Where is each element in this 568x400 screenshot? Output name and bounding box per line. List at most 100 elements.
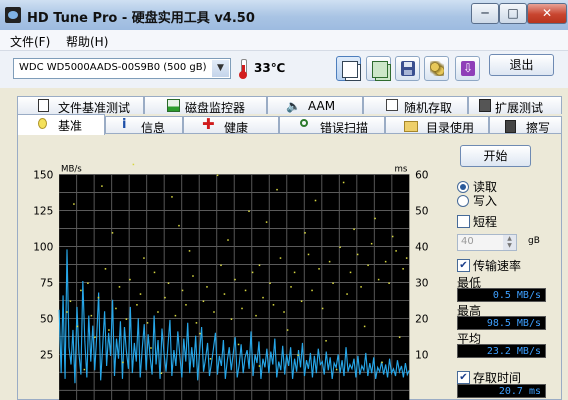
access-time-point: [104, 268, 107, 270]
access-time-point: [108, 329, 110, 331]
y-right-tick-label: 30: [415, 277, 429, 289]
read-radio[interactable]: [457, 181, 469, 193]
access-time-point: [377, 278, 380, 281]
y-right-tick-label: 10: [415, 349, 429, 361]
access-time-point: [307, 253, 310, 256]
access-time-point: [90, 314, 93, 317]
access-time-point: [150, 347, 152, 349]
access-time-point: [367, 264, 369, 267]
save-icon: [401, 61, 415, 76]
benchmark-controls: 开始 读取 写入 短程 40 ▲ ▼ gB ✔ 传输速率 最低 0.5 MB/s …: [457, 145, 557, 400]
tab-benchmark[interactable]: 基准: [17, 114, 105, 135]
tab-extra-tests[interactable]: 扩展测试: [468, 96, 562, 115]
access-time-point: [398, 336, 401, 339]
access-time-point: [244, 289, 247, 292]
y-left-axis-label: MB/s: [61, 165, 82, 175]
access-time-point: [321, 307, 324, 310]
magnifier-icon: [300, 119, 308, 127]
download-button[interactable]: ⇩: [455, 56, 480, 81]
access-time-point: [174, 314, 177, 317]
tab-row-top: 文件基准测试 磁盘监控器 🔈 AAM 随机存取 扩展测试: [17, 96, 562, 115]
y-left-tick-label: 125: [33, 205, 53, 217]
menu-help[interactable]: 帮助(H): [66, 33, 108, 50]
access-time-point: [381, 361, 383, 364]
access-time-point: [167, 282, 170, 284]
access-time-point: [115, 307, 117, 310]
access-time-checkbox[interactable]: ✔: [457, 371, 470, 384]
tab-disk-monitor[interactable]: 磁盘监控器: [144, 96, 267, 115]
access-time-point: [363, 325, 366, 328]
access-time-point: [216, 174, 219, 177]
copy-text-button[interactable]: [336, 56, 361, 81]
short-stroke-checkbox[interactable]: [457, 215, 470, 228]
disk-test-icon: [479, 99, 491, 112]
y-right-tick-label: 20: [415, 313, 429, 325]
close-button[interactable]: ✕: [527, 3, 567, 24]
tab-label: 随机存取: [404, 101, 453, 115]
tab-aam[interactable]: 🔈 AAM: [267, 96, 363, 114]
menu-file[interactable]: 文件(F): [10, 33, 50, 50]
access-time-point: [118, 286, 121, 288]
tab-label: 磁盘监控器: [185, 101, 246, 115]
access-time-point: [206, 286, 208, 288]
access-time-readout: 20.7 ms: [457, 384, 546, 398]
tab-info[interactable]: i 信息: [105, 116, 183, 135]
tab-health[interactable]: ✚ 健康: [183, 115, 279, 135]
maximize-button[interactable]: □: [499, 3, 527, 24]
start-button[interactable]: 开始: [460, 145, 531, 167]
save-button[interactable]: [395, 56, 420, 81]
short-stroke-spinner[interactable]: 40 ▲ ▼: [457, 234, 517, 251]
y-left-tick-label: 100: [33, 241, 53, 253]
copy-image-icon: [372, 61, 388, 78]
min-readout: 0.5 MB/s: [457, 288, 546, 302]
access-time-point: [80, 289, 82, 292]
access-time-point: [164, 296, 166, 299]
access-time-point: [209, 358, 212, 360]
chevron-down-icon[interactable]: ▼: [212, 60, 229, 77]
write-radio[interactable]: [457, 195, 469, 207]
access-time-point: [157, 311, 159, 313]
copy-image-button[interactable]: [366, 56, 391, 81]
access-time-point: [328, 260, 331, 263]
copy-icon: [342, 61, 358, 78]
access-time-point: [153, 271, 156, 274]
spinner-arrows-icon[interactable]: ▲ ▼: [503, 235, 516, 250]
transfer-rate-checkbox[interactable]: ✔: [457, 259, 470, 272]
tab-folder-usage[interactable]: 目录使用: [385, 116, 489, 135]
minimize-button[interactable]: ─: [471, 3, 499, 24]
access-time-point: [304, 232, 306, 234]
y-right-tick-label: 50: [415, 205, 429, 217]
toolbar: WDC WD5000AADS-00S9B0 (500 gB) ▼ 33℃ ⇩ 退…: [0, 51, 568, 88]
access-time-point: [73, 203, 75, 205]
tab-error-scan[interactable]: 错误扫描: [279, 116, 385, 135]
access-time-point: [384, 260, 387, 263]
access-time-point: [251, 271, 254, 274]
access-time-point: [311, 289, 313, 292]
exit-button[interactable]: 退出: [489, 54, 554, 76]
access-time-point: [143, 257, 145, 259]
access-time-point: [276, 188, 278, 191]
tab-erase[interactable]: 擦写: [489, 116, 562, 135]
access-time-point: [346, 293, 348, 295]
access-time-point: [262, 296, 264, 299]
y-left-tick-label: 75: [40, 277, 53, 289]
y-right-axis-label: ms: [395, 165, 408, 175]
tab-file-benchmark[interactable]: 文件基准测试: [17, 96, 144, 115]
options-button[interactable]: [424, 56, 449, 81]
access-time-point: [353, 228, 355, 231]
trash-icon: [505, 120, 516, 133]
temperature-readout: 33℃: [254, 61, 286, 75]
access-time-point: [234, 278, 236, 281]
access-time-point: [255, 314, 257, 317]
y-right-tick-label: 60: [415, 169, 429, 181]
menu-bar: 文件(F) 帮助(H): [0, 30, 568, 51]
title-bar[interactable]: HD Tune Pro - 硬盘实用工具 v4.50 ─ □ ✕: [0, 0, 568, 31]
access-time-point: [335, 368, 338, 371]
access-time-point: [269, 282, 271, 284]
drive-select[interactable]: WDC WD5000AADS-00S9B0 (500 gB) ▼: [13, 58, 231, 79]
tab-random-access[interactable]: 随机存取: [363, 96, 468, 115]
access-time-point: [188, 250, 191, 252]
tab-label: AAM: [308, 99, 336, 113]
access-time-point: [87, 282, 89, 284]
transfer-rate-label: 传输速率: [473, 259, 522, 273]
